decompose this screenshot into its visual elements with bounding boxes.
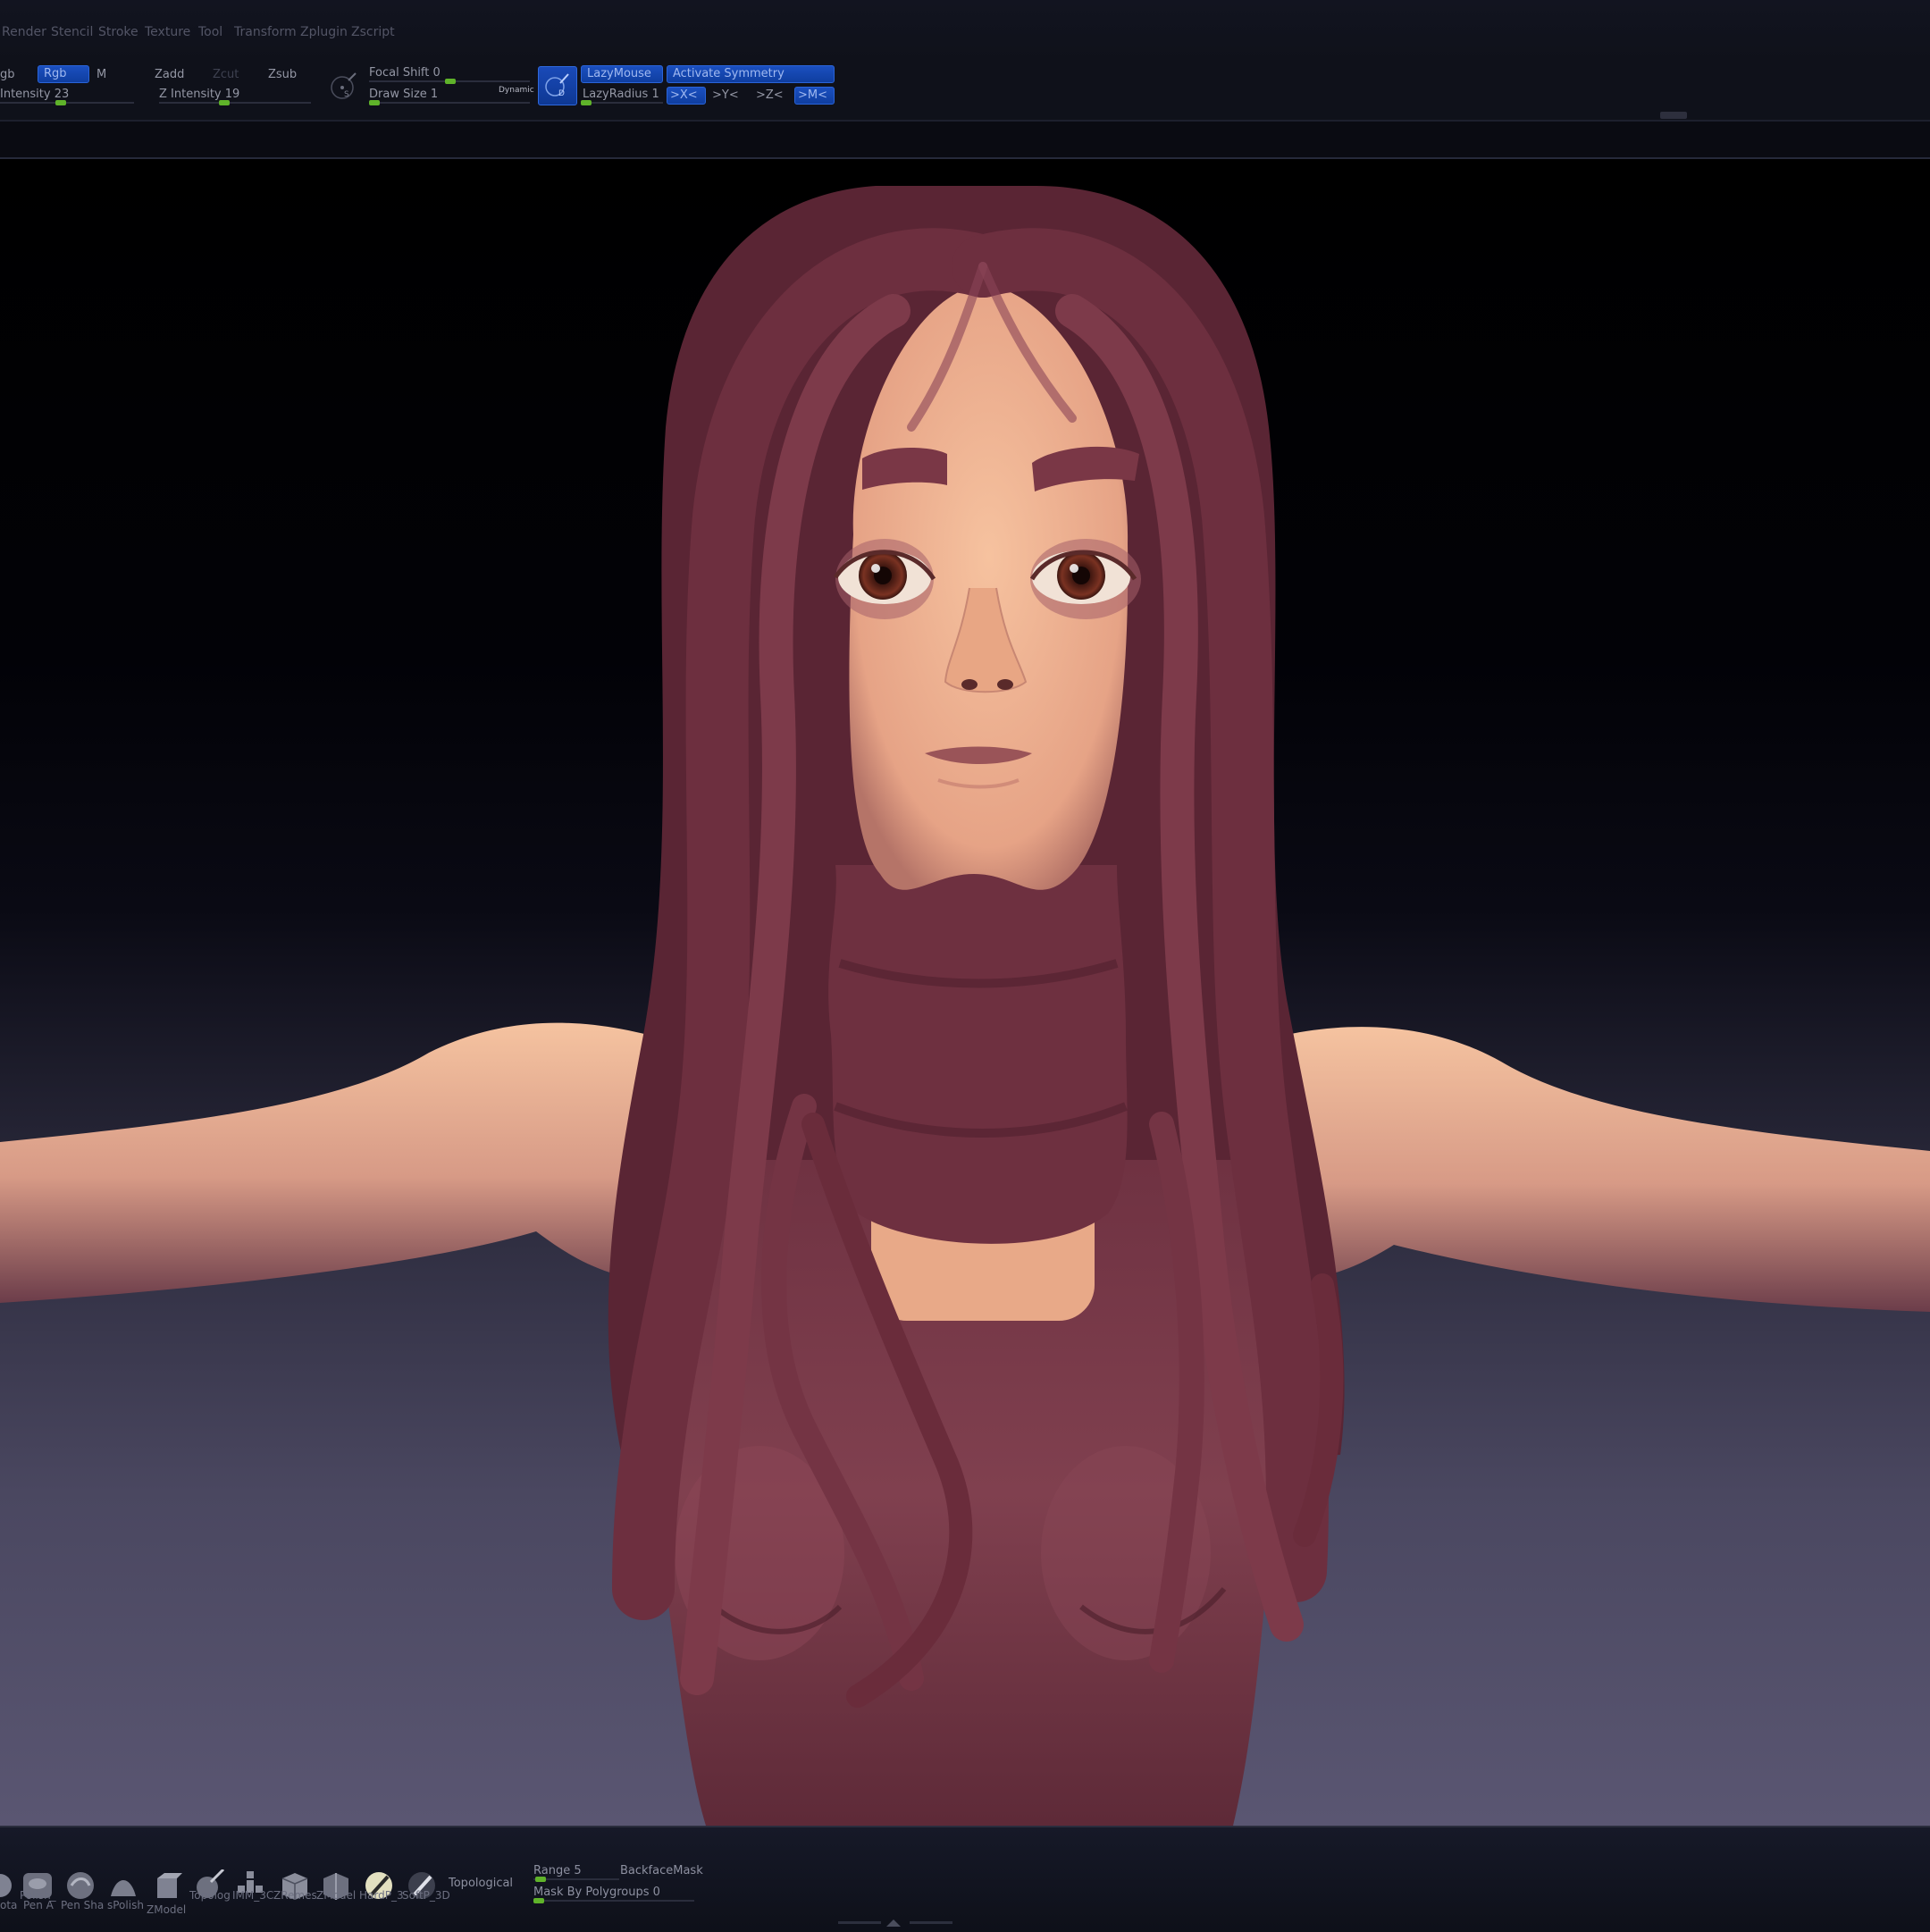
z-intensity-slider[interactable] xyxy=(159,100,311,105)
lazy-radius-label: LazyRadius 1 xyxy=(583,88,659,101)
draw-size-label: Draw Size 1 xyxy=(369,88,439,101)
lazy-mouse-button[interactable]: LazyMouse xyxy=(581,65,663,83)
bottom-tray-handle-left[interactable] xyxy=(838,1921,881,1924)
activate-symmetry-button[interactable]: Activate Symmetry xyxy=(667,65,835,83)
range-knob[interactable] xyxy=(535,1877,546,1882)
brush-label-ota: ota xyxy=(0,1899,18,1911)
zadd-button[interactable]: Zadd xyxy=(155,68,184,81)
menu-render[interactable]: Render xyxy=(2,25,46,39)
lazy-radius-knob[interactable] xyxy=(581,100,592,105)
menu-stencil[interactable]: Stencil xyxy=(51,25,93,39)
focal-shift-slider[interactable] xyxy=(369,79,530,84)
z-intensity-knob[interactable] xyxy=(219,100,230,105)
brush-label-imm: IMM_3C xyxy=(232,1889,274,1902)
mask-by-polygroups-knob[interactable] xyxy=(533,1898,544,1903)
draw-size-knob[interactable] xyxy=(369,100,380,105)
brush-label-pen-shadow: Pen Sha xyxy=(61,1899,105,1911)
zsub-button[interactable]: Zsub xyxy=(268,68,297,81)
sculpt-model xyxy=(0,186,1930,1826)
rgb-intensity-label: Intensity 23 xyxy=(0,88,70,101)
brush-label-softpolish: SoftP_3D xyxy=(402,1889,450,1902)
symmetry-y-button[interactable]: >Y< xyxy=(712,88,739,102)
left-arm xyxy=(0,1022,706,1303)
rgb-intensity-slider[interactable] xyxy=(0,100,134,105)
z-intensity-label: Z Intensity 19 xyxy=(159,88,240,101)
menu-tool[interactable]: Tool xyxy=(198,25,222,39)
rgb-button[interactable]: Rgb xyxy=(38,65,89,83)
brush-ota-icon[interactable] xyxy=(0,1869,13,1902)
menu-stroke[interactable]: Stroke xyxy=(98,25,138,39)
brush-label-pen-a: Pen A xyxy=(23,1899,54,1911)
brush-label-topology: Topolog xyxy=(189,1889,231,1902)
svg-text:S: S xyxy=(344,90,349,99)
menu-texture[interactable]: Texture xyxy=(145,25,190,39)
brush-pen-shadow-icon[interactable] xyxy=(107,1869,139,1902)
menu-zplugin[interactable]: Zplugin xyxy=(300,25,348,39)
focal-shift-label: Focal Shift 0 xyxy=(369,66,441,80)
brush-label-spolish: sPolish xyxy=(107,1899,144,1911)
lazy-mouse-icon[interactable]: D xyxy=(538,66,577,105)
brush-label-zremesher: ZRemes xyxy=(273,1889,317,1902)
brush-label-zmodeler: ZModel xyxy=(147,1903,187,1916)
focal-target-icon[interactable]: S xyxy=(329,71,359,102)
svg-text:D: D xyxy=(558,89,565,98)
backface-mask-toggle[interactable]: BackfaceMask xyxy=(620,1864,703,1877)
focal-shift-knob[interactable] xyxy=(445,79,456,84)
brush-zmodeler-icon[interactable] xyxy=(150,1869,182,1902)
m-button[interactable]: M xyxy=(96,68,106,81)
tray-toggle-arrow-icon[interactable] xyxy=(886,1919,901,1927)
range-slider[interactable] xyxy=(533,1877,619,1882)
bottom-tray-handle-right[interactable] xyxy=(910,1921,952,1924)
menu-zscript[interactable]: Zscript xyxy=(351,25,395,39)
scarf xyxy=(828,865,1128,1244)
rgb-label[interactable]: gb xyxy=(0,68,15,81)
canvas-viewport[interactable] xyxy=(0,159,1930,1826)
menu-transform[interactable]: Transform xyxy=(234,25,297,39)
mask-by-polygroups-label: Mask By Polygroups 0 xyxy=(533,1886,660,1899)
symmetry-x-button[interactable]: >X< xyxy=(667,87,706,105)
brush-label-zmodeler2: ZModel xyxy=(316,1889,357,1902)
symmetry-m-button[interactable]: >M< xyxy=(794,87,835,105)
mask-by-polygroups-slider[interactable] xyxy=(533,1898,694,1903)
symmetry-z-button[interactable]: >Z< xyxy=(756,88,784,102)
menu-bar: Render Stencil Stroke Texture Tool Trans… xyxy=(0,0,1930,61)
tray-scroll-handle[interactable] xyxy=(1660,112,1687,119)
secondary-bar xyxy=(0,122,1930,159)
range-label: Range 5 xyxy=(533,1864,582,1877)
zcut-button[interactable]: Zcut xyxy=(213,68,239,81)
draw-size-slider[interactable] xyxy=(369,100,530,105)
brush-pen-a-icon[interactable] xyxy=(64,1869,96,1902)
dynamic-toggle[interactable]: Dynamic xyxy=(499,86,534,95)
brush-label-hardpolish: HardP_3 xyxy=(359,1889,404,1902)
topological-toggle[interactable]: Topological xyxy=(449,1877,513,1890)
lazy-radius-slider[interactable] xyxy=(581,100,663,105)
rgb-intensity-knob[interactable] xyxy=(55,100,66,105)
